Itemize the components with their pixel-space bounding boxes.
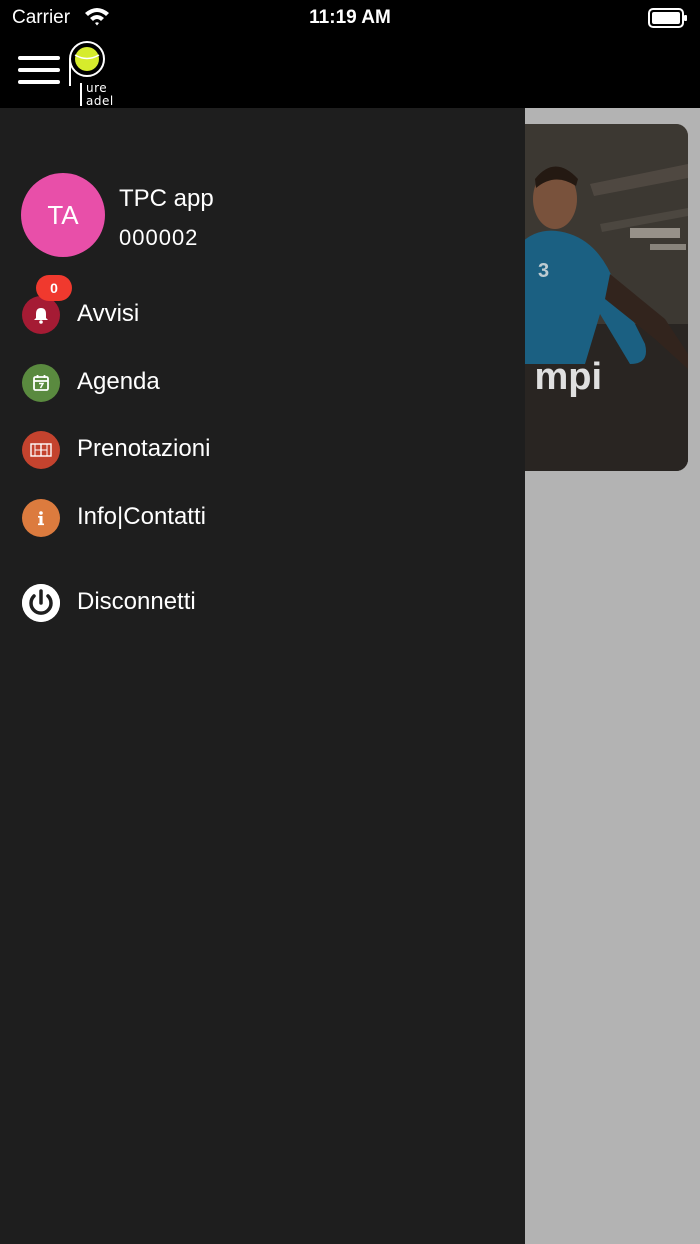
app-screen: 3 mpi Carrier 11:19 AM ure adel TA TPC a… xyxy=(0,0,700,1244)
menu-item-info-contatti[interactable]: Info|Contatti xyxy=(0,490,525,546)
user-code: 000002 xyxy=(119,225,199,250)
notification-badge: 0 xyxy=(36,275,72,301)
menu-label-info-contatti: Info|Contatti xyxy=(77,503,206,530)
menu-label-agenda: Agenda xyxy=(77,368,160,395)
menu-item-agenda[interactable]: Agenda xyxy=(0,355,525,411)
app-header: ure adel xyxy=(0,36,700,108)
status-bar: Carrier 11:19 AM xyxy=(0,0,700,36)
user-name: TPC app xyxy=(119,185,214,212)
calendar-icon xyxy=(22,364,60,402)
bell-icon xyxy=(22,296,60,334)
logo-word-top: ure xyxy=(86,81,108,95)
navigation-drawer: TA TPC app 000002 0 Avvisi Agenda Prenot… xyxy=(0,108,525,1244)
logo-word-bottom: adel xyxy=(86,94,114,108)
menu-item-prenotazioni[interactable]: Prenotazioni xyxy=(0,422,525,478)
info-icon xyxy=(22,499,60,537)
menu-label-avvisi: Avvisi xyxy=(77,300,140,327)
court-icon xyxy=(22,431,60,469)
menu-item-avvisi[interactable]: 0 Avvisi xyxy=(0,275,525,343)
power-icon xyxy=(22,584,60,622)
menu-toggle-button[interactable] xyxy=(18,56,60,90)
avatar[interactable]: TA xyxy=(21,173,105,257)
menu-label-prenotazioni: Prenotazioni xyxy=(77,435,211,462)
menu-item-disconnetti[interactable]: Disconnetti xyxy=(0,575,525,631)
menu-label-disconnetti: Disconnetti xyxy=(77,588,196,615)
battery-icon xyxy=(648,8,687,28)
pure-padel-logo: ure adel xyxy=(66,38,126,108)
clock: 11:19 AM xyxy=(309,7,391,28)
